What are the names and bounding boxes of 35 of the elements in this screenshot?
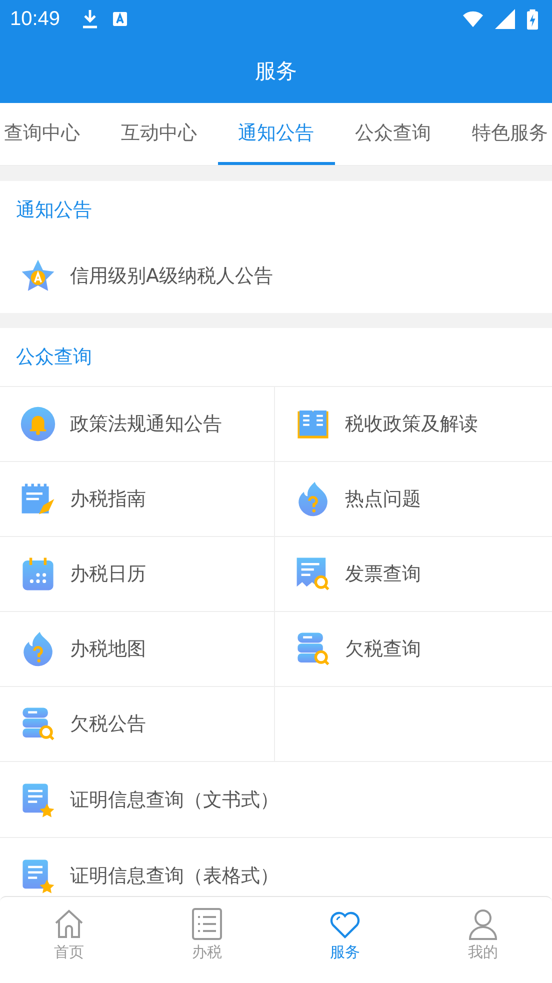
receipt-search-icon xyxy=(295,556,331,592)
page-title: 服务 xyxy=(255,58,297,84)
translate-icon xyxy=(112,11,128,27)
signal-icon xyxy=(495,9,515,29)
category-tab[interactable]: 互动中心 xyxy=(100,103,218,165)
home-icon xyxy=(53,908,85,940)
notepad-pen-icon xyxy=(20,481,56,517)
database-search-icon xyxy=(20,706,56,742)
grid-item[interactable]: 欠税公告 xyxy=(0,687,275,762)
document-star-icon xyxy=(20,858,56,894)
wifi-icon xyxy=(463,9,483,29)
grid-item[interactable]: 热点问题 xyxy=(275,462,552,537)
list-item[interactable]: 信用级别A级纳税人公告 xyxy=(0,239,552,313)
bell-icon xyxy=(20,406,56,442)
grid-item[interactable]: 欠税查询 xyxy=(275,612,552,687)
list-icon xyxy=(191,908,223,940)
database-search-icon xyxy=(295,631,331,667)
grid-item[interactable]: 政策法规通知公告 xyxy=(0,387,275,462)
grid-item[interactable]: 办税指南 xyxy=(0,462,275,537)
grid-item[interactable]: 办税日历 xyxy=(0,537,275,612)
category-tab[interactable]: 公众查询 xyxy=(334,103,452,165)
grid-item[interactable]: 税收政策及解读 xyxy=(275,387,552,462)
document-star-icon xyxy=(20,782,56,818)
grid-item[interactable]: 办税地图 xyxy=(0,612,275,687)
person-icon xyxy=(467,908,499,940)
calendar-icon xyxy=(20,556,56,592)
category-tab[interactable]: 特色服务 xyxy=(452,103,552,165)
section-title: 公众查询 xyxy=(0,328,552,387)
list-item[interactable]: 证明信息查询（文书式） xyxy=(0,762,552,838)
grid-item[interactable]: 发票查询 xyxy=(275,537,552,612)
section-title: 通知公告 xyxy=(15,198,93,223)
status-time: 10:49 xyxy=(10,8,60,30)
nav-tab[interactable]: 服务 xyxy=(276,897,414,983)
category-tab[interactable]: 查询中心 xyxy=(0,103,100,165)
battery-icon xyxy=(527,8,538,30)
